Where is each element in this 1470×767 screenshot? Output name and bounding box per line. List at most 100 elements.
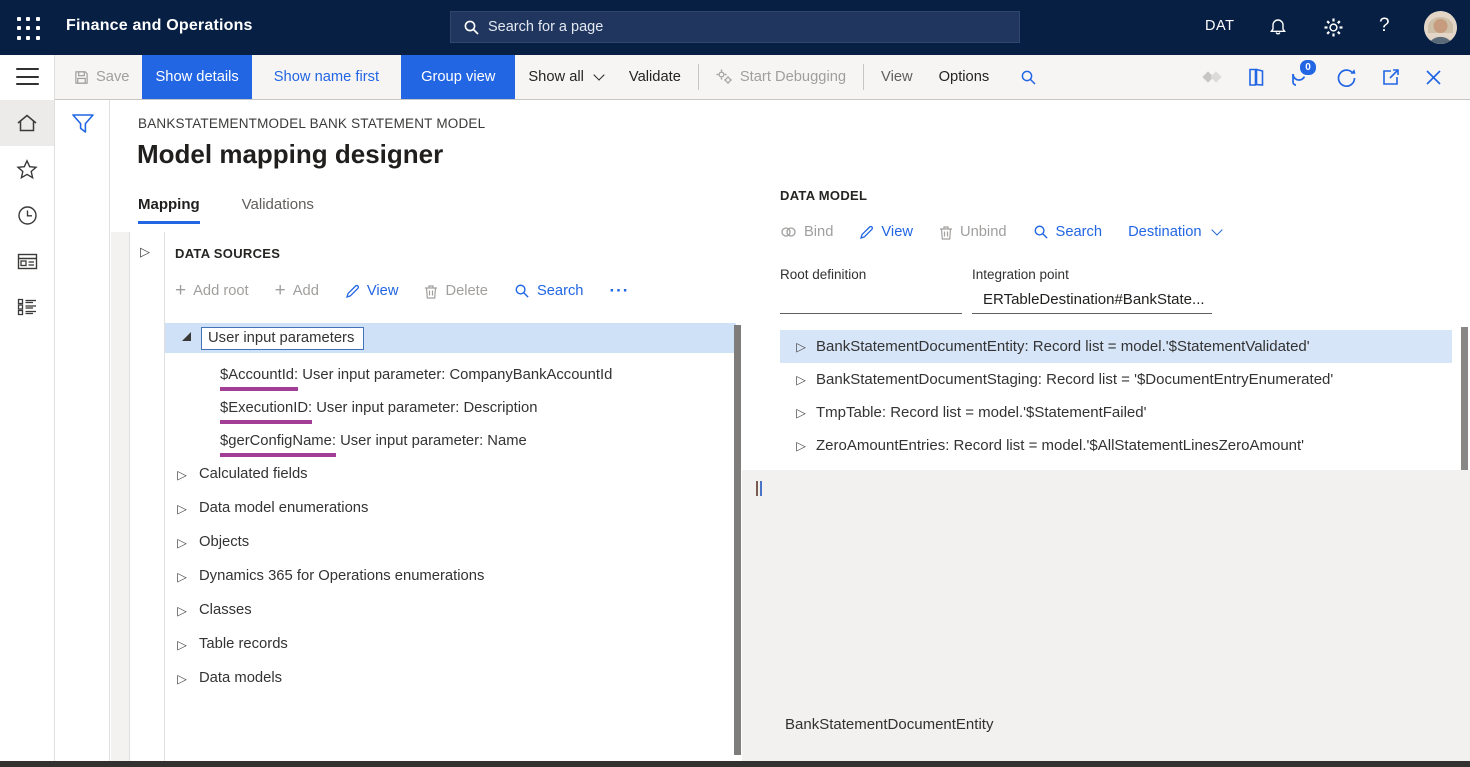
filter-funnel-icon[interactable] bbox=[70, 111, 96, 137]
tree-item[interactable]: ▷Data model enumerations bbox=[165, 491, 736, 525]
app-title[interactable]: Finance and Operations bbox=[66, 17, 253, 35]
bind-button[interactable]: Bind bbox=[780, 224, 833, 240]
show-all-dropdown[interactable]: Show all bbox=[515, 55, 616, 99]
expand-node-icon[interactable]: ▷ bbox=[165, 637, 199, 652]
data-model-row[interactable]: ▷BankStatementDocumentEntity: Record lis… bbox=[780, 330, 1452, 363]
options-menu[interactable]: Options bbox=[926, 55, 1003, 99]
help-icon[interactable]: ? bbox=[1379, 15, 1390, 37]
tree-item-label: Objects bbox=[199, 534, 249, 550]
tree-item[interactable]: ▷Calculated fields bbox=[165, 457, 736, 491]
selected-node-path: BankStatementDocumentEntity bbox=[785, 716, 993, 733]
expand-node-icon[interactable]: ▷ bbox=[165, 501, 199, 516]
show-details-button[interactable]: Show details bbox=[142, 55, 251, 99]
attachments-button[interactable]: 0 bbox=[1290, 65, 1312, 89]
tree-item[interactable]: ▷Table records bbox=[165, 627, 736, 661]
search-icon bbox=[1033, 224, 1049, 240]
add-root-button[interactable]: + Add root bbox=[175, 283, 249, 299]
tree-item-label: Calculated fields bbox=[199, 466, 308, 482]
notifications-bell-icon[interactable] bbox=[1268, 17, 1288, 38]
tree-item[interactable]: ▷Objects bbox=[165, 525, 736, 559]
bottom-edge-bar bbox=[0, 761, 1470, 767]
expand-node-icon[interactable]: ▷ bbox=[165, 569, 199, 584]
tree-item-label: $gerConfigName: User input parameter: Na… bbox=[220, 433, 527, 449]
user-avatar[interactable] bbox=[1424, 11, 1457, 44]
data-model-row[interactable]: ▷TmpTable: Record list = model.'$Stateme… bbox=[780, 396, 1452, 429]
show-name-first-button[interactable]: Show name first bbox=[252, 55, 401, 99]
tree-item-label: Dynamics 365 for Operations enumerations bbox=[199, 568, 484, 584]
settings-gear-icon[interactable] bbox=[1323, 17, 1344, 38]
integration-point-field[interactable] bbox=[972, 313, 1212, 314]
sidebar-item-favorites[interactable] bbox=[0, 146, 54, 192]
expand-node-icon[interactable]: ▷ bbox=[165, 467, 199, 482]
sidebar-item-workspaces[interactable] bbox=[0, 238, 54, 284]
app-launcher-icon[interactable] bbox=[16, 16, 42, 42]
delete-button[interactable]: Delete bbox=[424, 283, 487, 299]
search-icon bbox=[514, 283, 530, 299]
page-search-box[interactable]: Search for a page bbox=[450, 11, 1020, 43]
validate-button[interactable]: Validate bbox=[616, 55, 694, 99]
dm-view-button[interactable]: View bbox=[859, 224, 913, 240]
search-button[interactable]: Search bbox=[514, 283, 584, 299]
save-button[interactable]: Save bbox=[61, 55, 142, 99]
task-guide-book-icon[interactable] bbox=[1247, 67, 1266, 88]
model-mapping-designer-screen: Finance and Operations Search for a page… bbox=[0, 0, 1470, 767]
expand-node-icon[interactable]: ▷ bbox=[780, 372, 816, 387]
expand-node-icon[interactable]: ▷ bbox=[165, 535, 199, 550]
tab-validations[interactable]: Validations bbox=[242, 196, 314, 224]
refresh-icon[interactable] bbox=[1336, 67, 1357, 88]
expand-panel-icon[interactable]: ▷ bbox=[140, 244, 150, 260]
edit-pencil-icon bbox=[859, 225, 874, 240]
tree-item[interactable]: $gerConfigName: User input parameter: Na… bbox=[165, 424, 736, 457]
action-bar: Save Show details Show name first Group … bbox=[55, 55, 1470, 100]
tree-item[interactable]: User input parameters bbox=[165, 323, 736, 353]
dm-search-button[interactable]: Search bbox=[1033, 224, 1103, 240]
clock-icon bbox=[17, 205, 38, 226]
sidebar-item-recent[interactable] bbox=[0, 192, 54, 238]
tree-item-label: $AccountId: User input parameter: Compan… bbox=[220, 367, 612, 383]
tab-mapping[interactable]: Mapping bbox=[138, 196, 200, 224]
data-model-row[interactable]: ▷ZeroAmountEntries: Record list = model.… bbox=[780, 429, 1452, 462]
edit-pencil-icon bbox=[345, 284, 360, 299]
personalize-diamonds-icon[interactable] bbox=[1201, 70, 1223, 84]
collapse-node-icon[interactable] bbox=[182, 332, 191, 341]
tree-item-label: Data models bbox=[199, 670, 282, 686]
tree-item[interactable]: $ExecutionID: User input parameter: Desc… bbox=[165, 391, 736, 424]
tree-item[interactable]: ▷Classes bbox=[165, 593, 736, 627]
expand-node-icon[interactable]: ▷ bbox=[165, 671, 199, 686]
open-in-new-window-icon[interactable] bbox=[1381, 67, 1401, 87]
workspace-form-icon bbox=[17, 253, 38, 270]
expand-node-icon[interactable]: ▷ bbox=[165, 603, 199, 618]
unbind-button[interactable]: Unbind bbox=[939, 224, 1007, 240]
tree-item-label-editor[interactable]: User input parameters bbox=[201, 327, 364, 350]
more-commands-button[interactable]: ··· bbox=[609, 281, 629, 301]
sidebar-item-modules[interactable] bbox=[0, 284, 54, 330]
sidebar-item-home[interactable] bbox=[0, 100, 54, 146]
data-model-toolbar: Bind View Unbind Search Destination bbox=[780, 224, 1221, 240]
tree-item[interactable]: $AccountId: User input parameter: Compan… bbox=[165, 358, 736, 391]
company-selector[interactable]: DAT bbox=[1205, 18, 1234, 34]
hamburger-menu-icon[interactable] bbox=[16, 68, 39, 85]
tree-item[interactable]: ▷Dynamics 365 for Operations enumeration… bbox=[165, 559, 736, 593]
view-button[interactable]: View bbox=[345, 283, 399, 299]
panel-splitter-handle[interactable] bbox=[756, 481, 764, 496]
data-sources-scrollbar[interactable] bbox=[734, 325, 741, 755]
tree-item-label: Data model enumerations bbox=[199, 500, 368, 516]
group-view-button[interactable]: Group view bbox=[401, 55, 515, 99]
integration-point-value[interactable]: ERTableDestination#BankState... bbox=[983, 291, 1205, 308]
destination-dropdown[interactable]: Destination bbox=[1128, 224, 1220, 240]
close-icon[interactable] bbox=[1425, 69, 1442, 86]
root-definition-field[interactable] bbox=[780, 313, 962, 314]
actionbar-search-icon[interactable] bbox=[1002, 55, 1055, 99]
data-model-row-label: BankStatementDocumentEntity: Record list… bbox=[816, 338, 1310, 355]
data-model-row-label: BankStatementDocumentStaging: Record lis… bbox=[816, 371, 1333, 388]
attachments-count-badge: 0 bbox=[1298, 58, 1318, 77]
view-menu[interactable]: View bbox=[868, 55, 926, 99]
data-model-scrollbar[interactable] bbox=[1461, 327, 1468, 475]
expand-node-icon[interactable]: ▷ bbox=[780, 438, 816, 453]
start-debugging-button[interactable]: Start Debugging bbox=[703, 55, 859, 99]
add-button[interactable]: + Add bbox=[275, 283, 319, 299]
expand-node-icon[interactable]: ▷ bbox=[780, 405, 816, 420]
expand-node-icon[interactable]: ▷ bbox=[780, 339, 816, 354]
data-model-row[interactable]: ▷BankStatementDocumentStaging: Record li… bbox=[780, 363, 1452, 396]
tree-item[interactable]: ▷Data models bbox=[165, 661, 736, 695]
